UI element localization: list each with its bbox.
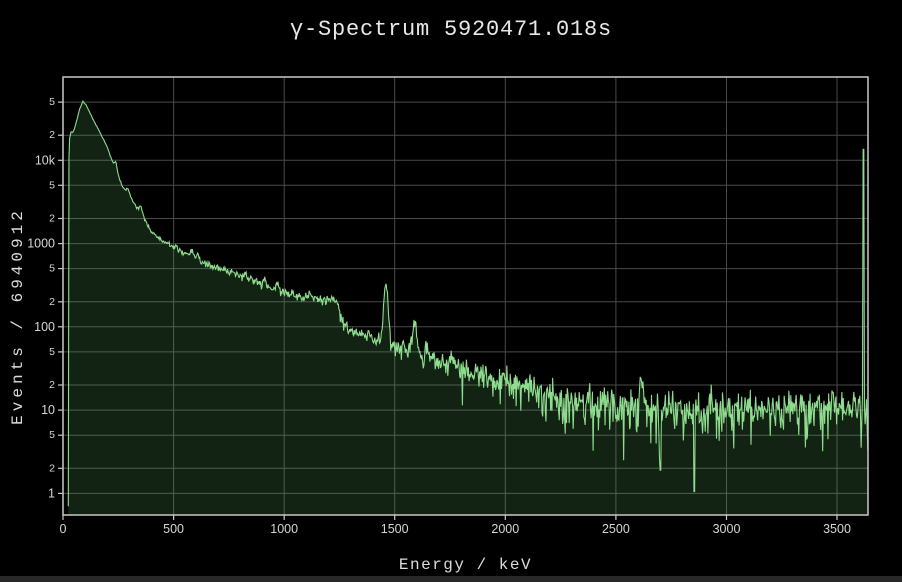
spectrum-chart: 0500100015002000250030003500 5210k521000… xyxy=(0,0,902,582)
x-axis-label: Energy / keV xyxy=(63,556,868,574)
y-tick-label: 2 xyxy=(49,296,55,308)
x-tick-label: 0 xyxy=(60,522,67,536)
y-tick-label: 100 xyxy=(34,320,55,334)
y-tick-label: 5 xyxy=(49,263,55,275)
y-tick-label: 2 xyxy=(49,379,55,391)
y-tick-label: 1000 xyxy=(27,237,55,251)
y-tick-label: 10 xyxy=(41,403,55,417)
y-axis-label: Events / 6940912 xyxy=(9,196,27,436)
spectrum-window: γ-Spectrum 5920471.018s 0500100015002000… xyxy=(0,0,902,582)
y-tick-label: 5 xyxy=(49,179,55,191)
x-tick-label: 3000 xyxy=(713,522,741,536)
y-tick-label: 1 xyxy=(48,486,55,500)
y-tick-label: 5 xyxy=(49,346,55,358)
y-tick-label: 2 xyxy=(49,213,55,225)
x-tick-label: 2000 xyxy=(491,522,519,536)
bottom-window-edge xyxy=(0,576,902,582)
y-tick-label: 5 xyxy=(49,96,55,108)
y-tick-label: 10k xyxy=(35,153,56,167)
y-tick-labels: 5 2 10k 5 2 1000 5 2 100 5 2 10 5 2 1 xyxy=(27,96,56,500)
y-tick-label: 2 xyxy=(49,462,55,474)
x-tick-label: 1000 xyxy=(270,522,298,536)
spectrum-fill-area xyxy=(68,101,867,515)
y-tick-label: 5 xyxy=(49,429,55,441)
x-tick-label: 2500 xyxy=(602,522,630,536)
y-tick-label: 2 xyxy=(49,129,55,141)
x-tick-label: 500 xyxy=(163,522,184,536)
x-tick-label: 1500 xyxy=(381,522,409,536)
x-tick-labels: 0 500 1000 1500 2000 2500 3000 3500 xyxy=(60,522,851,536)
x-tick-label: 3500 xyxy=(823,522,851,536)
